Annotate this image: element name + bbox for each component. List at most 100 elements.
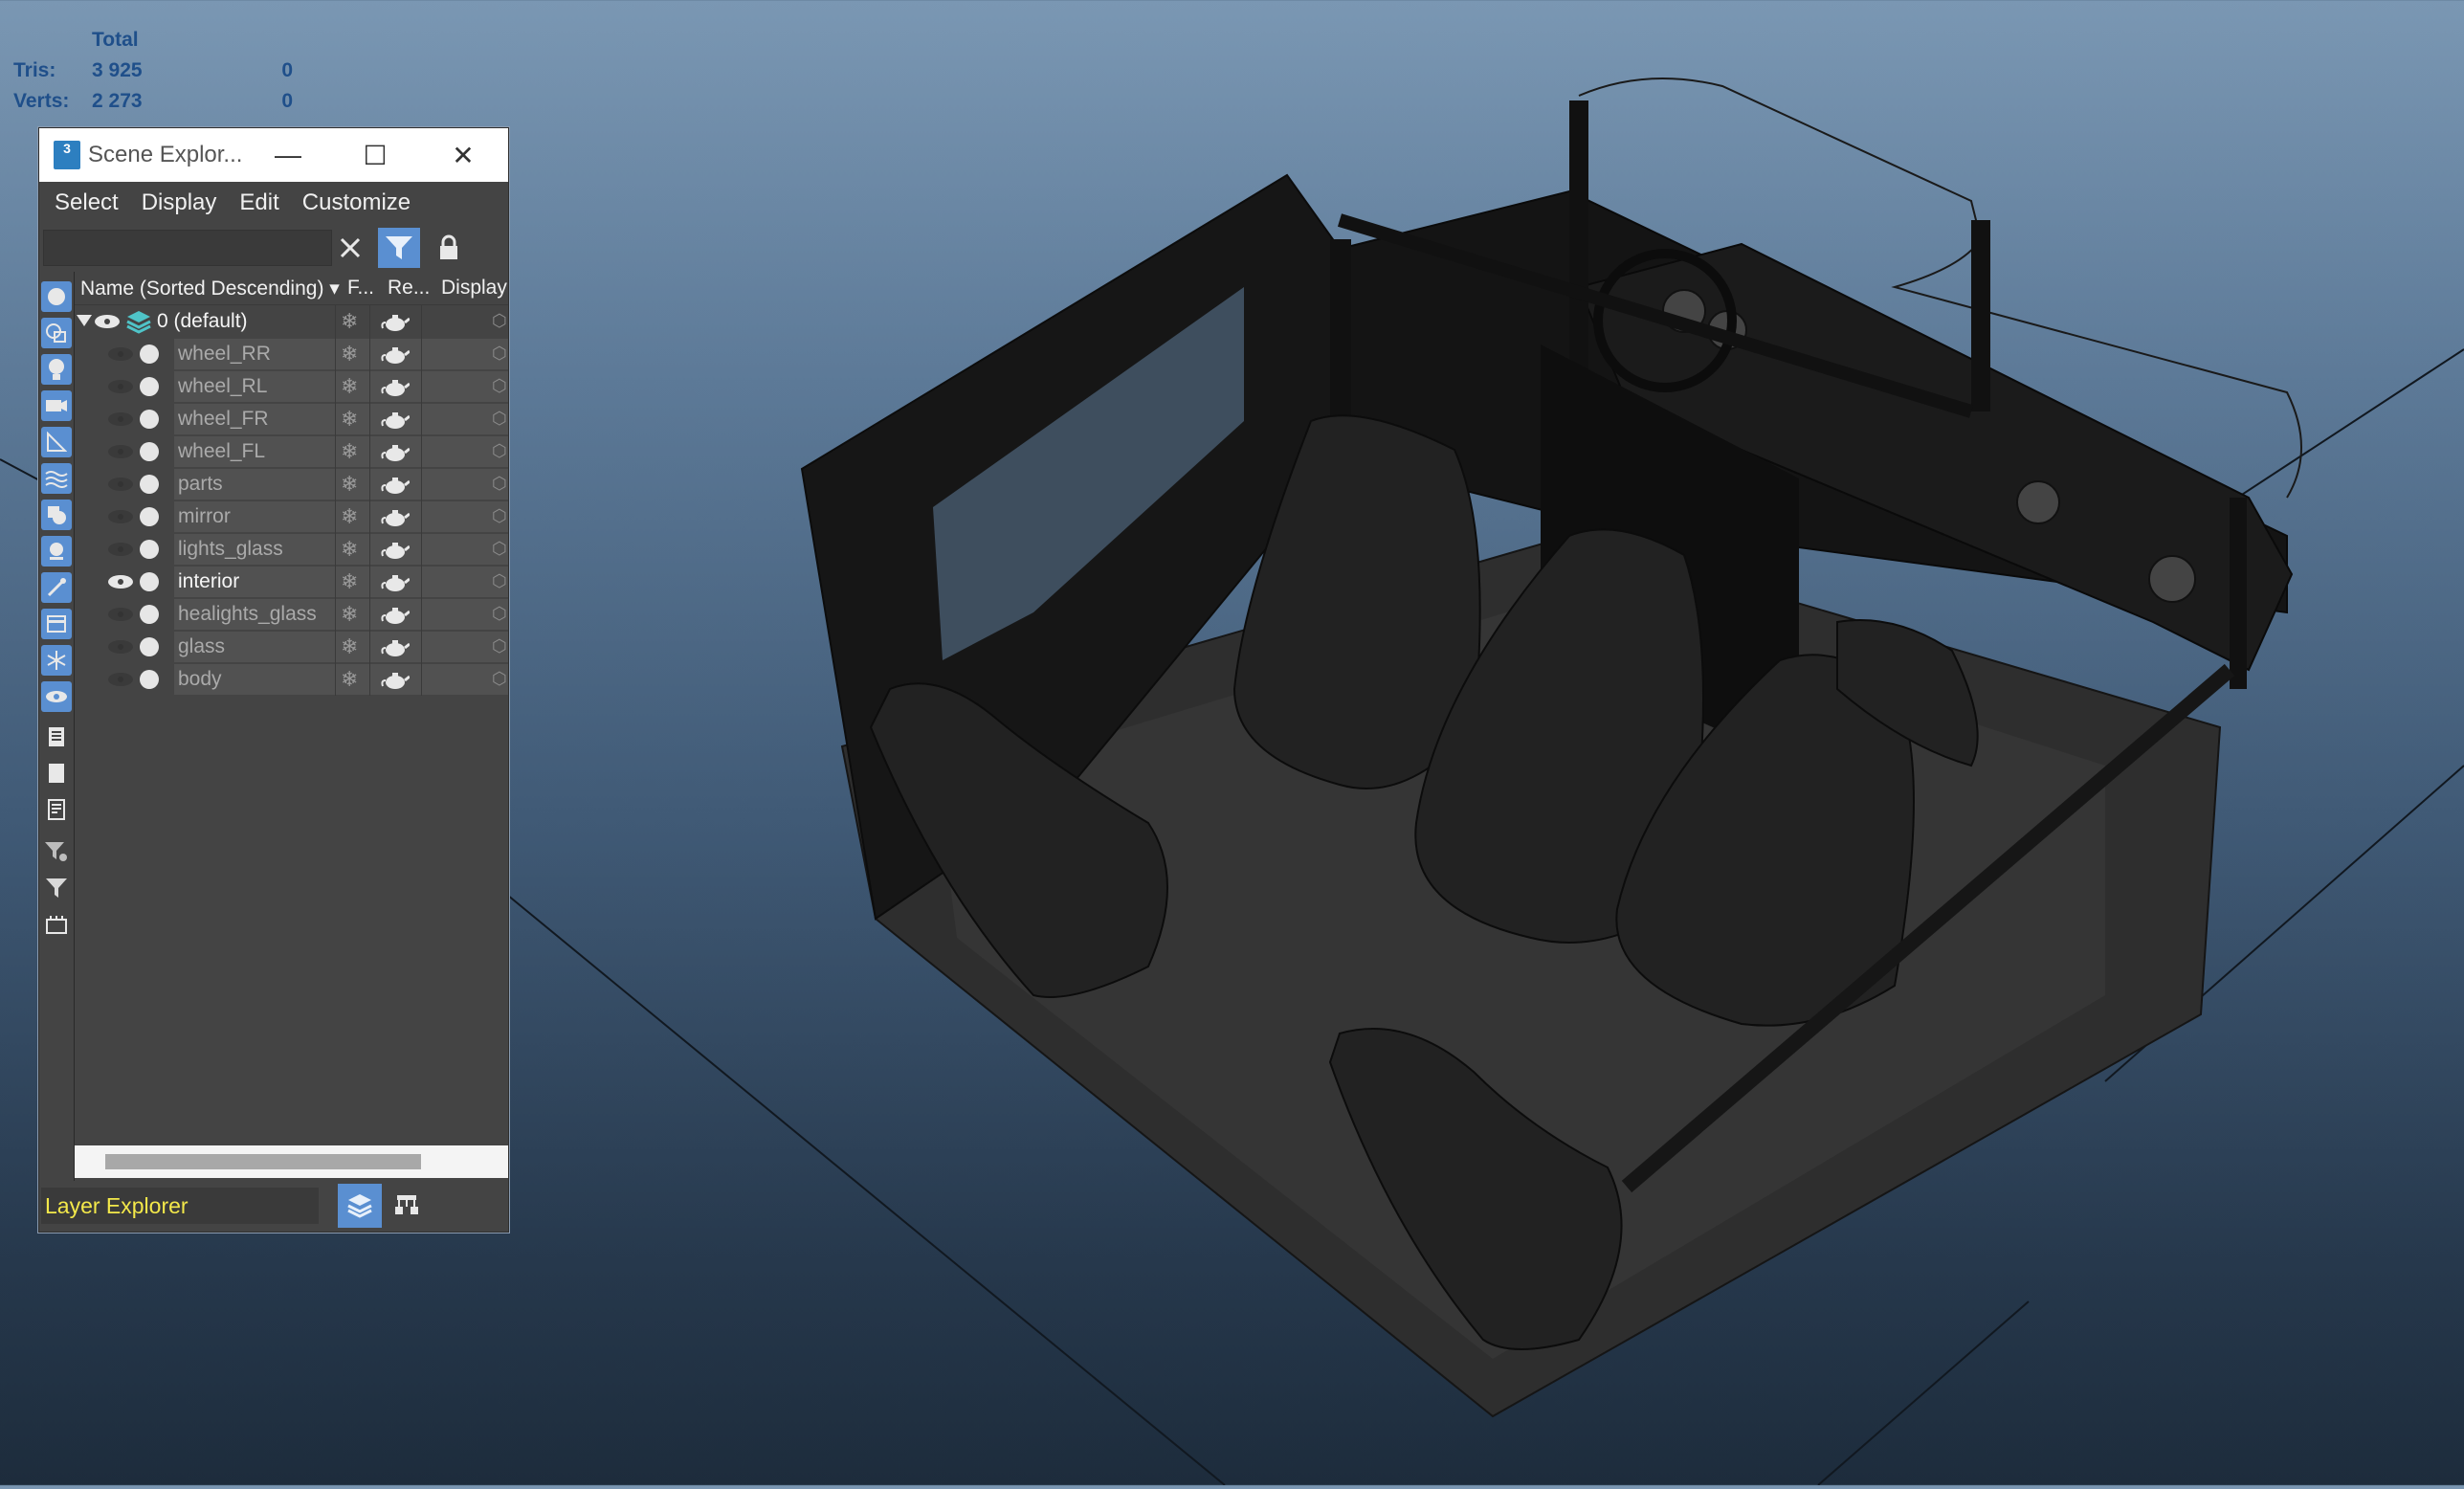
menu-select[interactable]: Select <box>55 189 119 216</box>
display-all-button[interactable] <box>41 722 72 752</box>
object-row[interactable]: body ❄ ⬡ <box>75 663 508 696</box>
filter-toggle-button[interactable] <box>378 228 420 268</box>
teapot-icon[interactable] <box>381 571 410 592</box>
display-box-icon[interactable]: ⬡ <box>492 474 507 495</box>
display-box-icon[interactable]: ⬡ <box>492 441 507 462</box>
display-box-icon[interactable]: ⬡ <box>492 636 507 657</box>
display-shapes-button[interactable] <box>41 318 72 348</box>
column-render-header[interactable]: Re... <box>388 277 441 300</box>
layer-row-default[interactable]: 0 (default) ❄ ⬡ <box>75 305 508 338</box>
eye-icon[interactable] <box>107 379 134 394</box>
display-hidden-button[interactable] <box>41 681 72 712</box>
teapot-icon[interactable] <box>381 539 410 560</box>
teapot-icon[interactable] <box>381 506 410 527</box>
object-row[interactable]: healights_glass ❄ ⬡ <box>75 598 508 631</box>
explorer-mode-dropdown[interactable]: Layer Explorer <box>41 1188 319 1224</box>
teapot-icon[interactable] <box>381 669 410 690</box>
snowflake-icon[interactable]: ❄ <box>341 636 360 657</box>
display-frozen-button[interactable] <box>41 645 72 676</box>
menu-customize[interactable]: Customize <box>302 189 411 216</box>
scene-explorer-window[interactable]: 3 Scene Explor... — ☐ ✕ Select Display E… <box>38 127 509 1233</box>
teapot-icon[interactable] <box>381 636 410 657</box>
display-box-icon[interactable]: ⬡ <box>492 376 507 397</box>
display-box-icon[interactable]: ⬡ <box>492 539 507 560</box>
search-input[interactable] <box>43 230 332 266</box>
object-row[interactable]: wheel_FL ❄ ⬡ <box>75 435 508 468</box>
snowflake-icon[interactable]: ❄ <box>341 506 360 527</box>
selection-set-button[interactable] <box>41 909 72 940</box>
display-groups-button[interactable] <box>41 500 72 530</box>
display-cameras-button[interactable] <box>41 390 72 421</box>
display-invert-button[interactable] <box>41 794 72 825</box>
snowflake-icon[interactable]: ❄ <box>341 376 360 397</box>
display-box-icon[interactable]: ⬡ <box>492 604 507 625</box>
sort-by-layer-button[interactable] <box>338 1184 382 1228</box>
teapot-icon[interactable] <box>381 604 410 625</box>
display-helpers-button[interactable] <box>41 427 72 457</box>
snowflake-icon[interactable]: ❄ <box>341 669 360 690</box>
teapot-icon[interactable] <box>381 311 410 332</box>
filter-settings-button[interactable] <box>41 836 72 867</box>
display-none-button[interactable] <box>41 758 72 789</box>
display-box-icon[interactable]: ⬡ <box>492 506 507 527</box>
column-display-header[interactable]: Display <box>441 277 508 300</box>
eye-icon[interactable] <box>107 477 134 492</box>
horizontal-scrollbar[interactable] <box>75 1145 508 1178</box>
eye-icon[interactable] <box>107 411 134 427</box>
snowflake-icon[interactable]: ❄ <box>341 604 360 625</box>
snowflake-icon[interactable]: ❄ <box>341 571 360 592</box>
close-button[interactable]: ✕ <box>444 136 482 174</box>
display-box-icon[interactable]: ⬡ <box>492 311 507 332</box>
eye-icon[interactable] <box>107 509 134 524</box>
menu-edit[interactable]: Edit <box>239 189 278 216</box>
teapot-icon[interactable] <box>381 474 410 495</box>
menu-display[interactable]: Display <box>142 189 217 216</box>
display-geometry-button[interactable] <box>41 281 72 312</box>
eye-icon[interactable] <box>94 314 121 329</box>
display-box-icon[interactable]: ⬡ <box>492 344 507 365</box>
maximize-button[interactable]: ☐ <box>356 136 394 174</box>
object-row[interactable]: wheel_RR ❄ ⬡ <box>75 338 508 370</box>
snowflake-icon[interactable]: ❄ <box>341 539 360 560</box>
expand-triangle-icon[interactable] <box>77 315 92 328</box>
display-box-icon[interactable]: ⬡ <box>492 409 507 430</box>
display-spacewarps-button[interactable] <box>41 463 72 494</box>
filter-button[interactable] <box>41 873 72 903</box>
layer-tree[interactable]: Name (Sorted Descending) ▾ F... Re... Di… <box>75 272 508 1133</box>
teapot-icon[interactable] <box>381 376 410 397</box>
object-row[interactable]: wheel_RL ❄ ⬡ <box>75 370 508 403</box>
eye-icon[interactable] <box>107 346 134 362</box>
sort-by-hierarchy-button[interactable] <box>388 1187 426 1225</box>
snowflake-icon[interactable]: ❄ <box>341 409 360 430</box>
eye-icon[interactable] <box>107 574 134 589</box>
snowflake-icon[interactable]: ❄ <box>341 441 360 462</box>
display-bones-button[interactable] <box>41 572 72 603</box>
teapot-icon[interactable] <box>381 409 410 430</box>
column-freeze-header[interactable]: F... <box>347 277 388 300</box>
display-lights-button[interactable] <box>41 354 72 385</box>
eye-icon[interactable] <box>107 607 134 622</box>
eye-icon[interactable] <box>107 639 134 655</box>
display-containers-button[interactable] <box>41 609 72 639</box>
window-titlebar[interactable]: 3 Scene Explor... — ☐ ✕ <box>39 128 508 182</box>
eye-icon[interactable] <box>107 542 134 557</box>
eye-icon[interactable] <box>107 444 134 459</box>
snowflake-icon[interactable]: ❄ <box>341 311 360 332</box>
scrollbar-thumb[interactable] <box>105 1154 421 1169</box>
display-xrefs-button[interactable] <box>41 536 72 567</box>
teapot-icon[interactable] <box>381 344 410 365</box>
snowflake-icon[interactable]: ❄ <box>341 344 360 365</box>
object-row[interactable]: glass ❄ ⬡ <box>75 631 508 663</box>
eye-icon[interactable] <box>107 672 134 687</box>
display-box-icon[interactable]: ⬡ <box>492 571 507 592</box>
column-name-header[interactable]: Name (Sorted Descending) ▾ <box>75 277 347 300</box>
minimize-button[interactable]: — <box>269 136 307 174</box>
object-row[interactable]: wheel_FR ❄ ⬡ <box>75 403 508 435</box>
object-row[interactable]: parts ❄ ⬡ <box>75 468 508 500</box>
lock-button[interactable] <box>432 230 466 266</box>
clear-search-button[interactable] <box>334 232 366 264</box>
object-row[interactable]: lights_glass ❄ ⬡ <box>75 533 508 566</box>
snowflake-icon[interactable]: ❄ <box>341 474 360 495</box>
object-row[interactable]: mirror ❄ ⬡ <box>75 500 508 533</box>
teapot-icon[interactable] <box>381 441 410 462</box>
